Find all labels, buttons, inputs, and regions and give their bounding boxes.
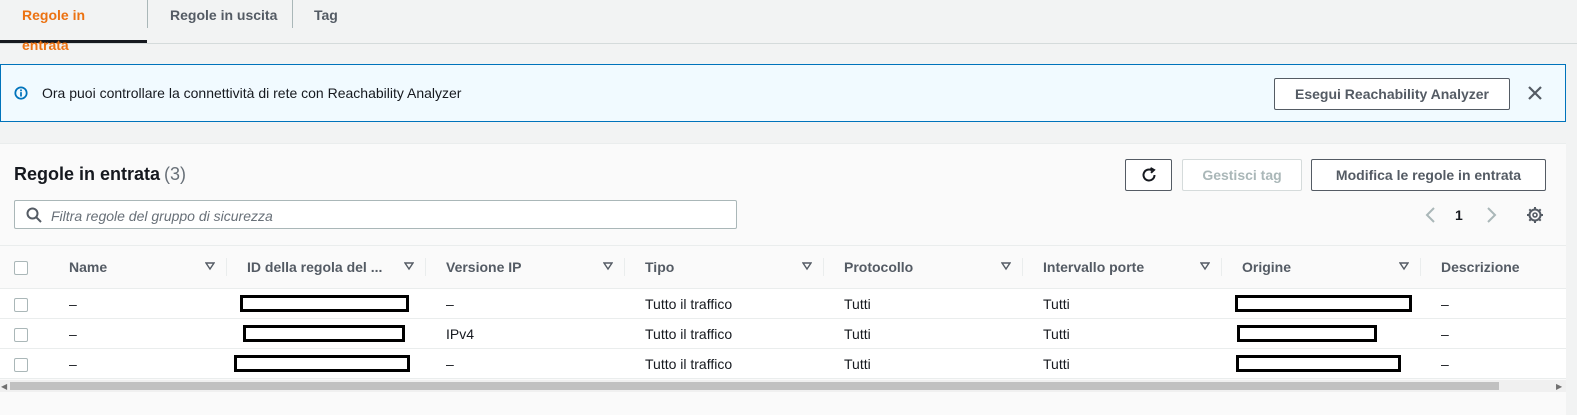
inbound-rules-panel: Regole in entrata (3) Gestisci tag Modifi… xyxy=(0,143,1566,415)
column-label: Protocollo xyxy=(844,259,914,275)
run-reachability-analyzer-button[interactable]: Esegui Reachability Analyzer xyxy=(1274,78,1510,110)
search-icon xyxy=(26,207,42,223)
table-row[interactable]: – – Tutto il traffico Tutti Tutti – xyxy=(0,348,1566,379)
cell-protocol: Tutti xyxy=(844,295,871,312)
chevron-left-icon[interactable] xyxy=(1424,206,1438,224)
scroll-left-arrow-icon[interactable]: ◀ xyxy=(1,382,7,391)
tab-outbound-rules[interactable]: Regole in uscita xyxy=(148,0,299,42)
cell-name: – xyxy=(69,325,77,342)
cell-port-range: Tutti xyxy=(1043,355,1070,372)
page-number[interactable]: 1 xyxy=(1455,207,1463,223)
column-header-rule-id[interactable]: ID della regola del ... xyxy=(227,245,426,289)
column-header-source[interactable]: Origine xyxy=(1222,245,1421,289)
sort-icon[interactable] xyxy=(1200,261,1210,271)
cell-type: Tutto il traffico xyxy=(645,325,733,342)
column-label: Tipo xyxy=(645,259,675,275)
edit-inbound-rules-button[interactable]: Modifica le regole in entrata xyxy=(1311,159,1546,191)
rule-count: (3) xyxy=(164,164,187,184)
column-header-port-range[interactable]: Intervallo porte xyxy=(1023,245,1222,289)
chevron-right-icon[interactable] xyxy=(1484,206,1498,224)
column-header-ip-version[interactable]: Versione IP xyxy=(426,245,625,289)
cell-name: – xyxy=(69,295,77,312)
info-icon xyxy=(14,86,28,100)
select-all-checkbox[interactable] xyxy=(14,261,28,276)
column-header-protocol[interactable]: Protocollo xyxy=(824,245,1023,289)
redacted-rule-id xyxy=(243,325,405,343)
banner-message: Ora puoi controllare la connettività di … xyxy=(42,85,462,101)
tab-tags[interactable]: Tag xyxy=(292,0,360,42)
cell-ip-version: – xyxy=(446,355,454,372)
table-row[interactable]: – IPv4 Tutto il traffico Tutti Tutti – xyxy=(0,318,1566,349)
row-checkbox[interactable] xyxy=(14,297,28,312)
sort-icon[interactable] xyxy=(1399,261,1409,271)
redacted-source xyxy=(1236,355,1401,373)
search-field[interactable] xyxy=(14,200,737,229)
select-all-header xyxy=(0,245,49,289)
scrollbar-thumb[interactable] xyxy=(10,382,1499,390)
cell-description: – xyxy=(1441,355,1449,372)
column-label: Versione IP xyxy=(446,259,522,275)
horizontal-scrollbar[interactable]: ◀ ▶ xyxy=(0,380,1566,392)
sort-icon[interactable] xyxy=(404,261,414,271)
search-input[interactable] xyxy=(49,205,713,227)
redacted-rule-id xyxy=(240,295,409,313)
cell-protocol: Tutti xyxy=(844,325,871,342)
cell-description: – xyxy=(1441,325,1449,342)
refresh-button[interactable] xyxy=(1125,159,1172,191)
refresh-icon xyxy=(1142,167,1156,182)
row-checkbox[interactable] xyxy=(14,327,28,342)
panel-title: Regole in entrata (3) xyxy=(14,164,186,185)
close-icon[interactable] xyxy=(1525,83,1545,103)
redacted-source xyxy=(1235,295,1412,313)
row-checkbox[interactable] xyxy=(14,357,28,372)
sort-icon[interactable] xyxy=(1001,261,1011,271)
tab-inbound-rules[interactable]: Regole in entrata xyxy=(0,0,147,53)
table-row[interactable]: – – Tutto il traffico Tutti Tutti – xyxy=(0,288,1566,319)
column-header-name[interactable]: Name xyxy=(49,245,227,289)
redacted-source xyxy=(1237,325,1377,343)
cell-type: Tutto il traffico xyxy=(645,295,733,312)
redacted-rule-id xyxy=(234,355,410,373)
column-label: Name xyxy=(69,259,108,275)
scroll-right-arrow-icon[interactable]: ▶ xyxy=(1556,382,1562,391)
cell-ip-version: IPv4 xyxy=(446,325,475,342)
cell-port-range: Tutti xyxy=(1043,325,1070,342)
column-label: Origine xyxy=(1242,259,1292,275)
tab-bar: Regole in entrata Regole in uscita Tag xyxy=(0,0,1577,53)
spacer xyxy=(0,122,1577,143)
column-header-type[interactable]: Tipo xyxy=(625,245,824,289)
rules-table: Name ID della regola del ... Versione IP… xyxy=(0,245,1566,379)
gear-icon[interactable] xyxy=(1526,206,1544,224)
cell-protocol: Tutti xyxy=(844,355,871,372)
manage-tags-button[interactable]: Gestisci tag xyxy=(1182,159,1302,191)
sort-icon[interactable] xyxy=(205,261,215,271)
sort-icon[interactable] xyxy=(802,261,812,271)
cell-description: – xyxy=(1441,295,1449,312)
cell-type: Tutto il traffico xyxy=(645,355,733,372)
column-header-description[interactable]: Descrizione xyxy=(1421,245,1566,289)
column-label: Intervallo porte xyxy=(1043,259,1145,275)
panel-title-text: Regole in entrata xyxy=(14,164,161,184)
cell-port-range: Tutti xyxy=(1043,295,1070,312)
sort-icon[interactable] xyxy=(603,261,613,271)
cell-name: – xyxy=(69,355,77,372)
column-label: Descrizione xyxy=(1441,259,1520,275)
cell-ip-version: – xyxy=(446,295,454,312)
column-label: ID della regola del ... xyxy=(247,259,383,275)
table-header-row: Name ID della regola del ... Versione IP… xyxy=(0,245,1566,289)
